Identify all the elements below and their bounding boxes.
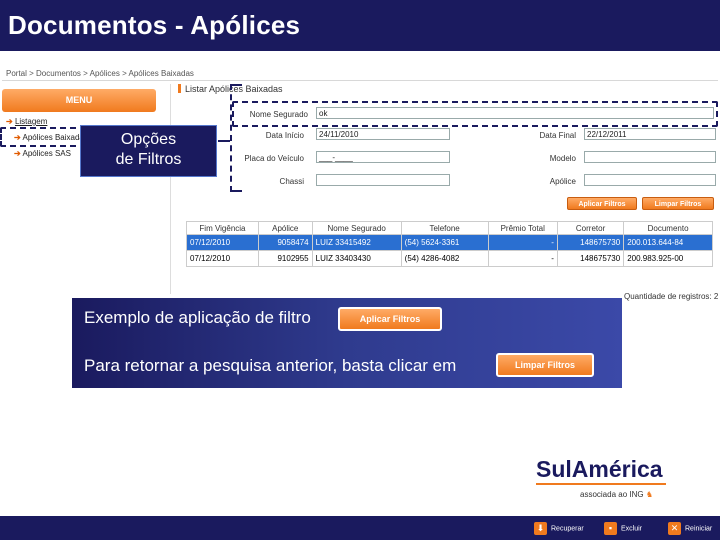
table-cell: 9058474 (257, 234, 313, 251)
arrow-right-icon: ➔ (14, 149, 21, 158)
placa-field[interactable]: ___-____ (316, 151, 450, 163)
apolice-label: Apólice (549, 177, 576, 186)
data-inicio-label: Data Início (265, 131, 304, 140)
example-text-apply: Exemplo de aplicação de filtro (84, 308, 311, 327)
table-cell: 9102955 (257, 250, 313, 267)
placa-label: Placa do Veículo (244, 154, 304, 163)
download-icon: ⬇ (534, 522, 547, 535)
slide-title-bar: Documentos - Apólices (0, 0, 720, 48)
table-cell: (54) 4286-4082 (400, 250, 489, 267)
filters-bracket-bottom (230, 190, 242, 192)
ing-association-text: associada ao ING (580, 490, 644, 499)
breadcrumb: Portal > Documentos > Apólices > Apólice… (6, 69, 194, 78)
nav-item-label: Apólices SAS (22, 149, 71, 158)
column-header[interactable]: Corretor (556, 221, 625, 235)
logo-underline (536, 483, 666, 485)
slide-title: Documentos - Apólices (8, 10, 301, 40)
recuperar-button[interactable]: ⬇ Recuperar (534, 522, 584, 535)
data-final-field[interactable]: 22/12/2011 (584, 128, 716, 140)
column-header[interactable]: Fim Vigência (186, 221, 259, 235)
nav-section-label: Listagem (14, 117, 48, 126)
callout-line-1: Opções (120, 131, 177, 148)
divider (2, 80, 718, 81)
example-apply-button[interactable]: Aplicar Filtros (338, 307, 442, 331)
nav-highlight-box (0, 127, 86, 147)
clear-filters-button[interactable]: Limpar Filtros (642, 197, 714, 210)
table-cell: 07/12/2010 (186, 250, 259, 267)
recuperar-label: Recuperar (551, 525, 584, 533)
filters-bracket-top (230, 84, 242, 86)
excluir-button[interactable]: ▪ Excluir (604, 522, 642, 535)
trash-icon: ▪ (604, 522, 617, 535)
results-table: Fim Vigência Apólice Nome Segurado Telef… (186, 221, 713, 267)
excluir-label: Excluir (621, 525, 643, 533)
table-cell: 200.013.644-84 (623, 234, 713, 251)
example-clear-button[interactable]: Limpar Filtros (496, 353, 594, 377)
chassi-label: Chassi (279, 177, 304, 186)
table-row[interactable]: 07/12/2010 9102955 LUIZ 33403430 (54) 42… (186, 250, 713, 267)
reiniciar-label: Reiniciar (685, 525, 713, 533)
close-icon: ✕ (668, 522, 681, 535)
ing-association: associada ao ING ♞ (580, 490, 653, 499)
filters-highlight-top (232, 101, 718, 127)
record-count: Quantidade de registros: 2 (624, 292, 719, 301)
table-cell: 200.983.925-00 (623, 250, 713, 267)
callout-line-2: de Filtros (115, 151, 182, 168)
apolice-field[interactable] (584, 174, 716, 186)
sulamerica-logo: SulAmérica (536, 456, 663, 482)
column-header[interactable]: Prêmio Total (487, 221, 558, 235)
table-cell: 07/12/2010 (186, 234, 259, 251)
table-cell: (54) 5624-3361 (400, 234, 489, 251)
lion-icon: ♞ (645, 490, 653, 499)
table-cell: LUIZ 33403430 (311, 250, 402, 267)
filter-options-callout: Opções de Filtros (80, 125, 217, 177)
table-cell: LUIZ 33415492 (311, 234, 402, 251)
filters-bracket-pointer (218, 140, 230, 142)
table-cell: - (487, 234, 558, 251)
table-cell: 148675730 (556, 250, 625, 267)
nav-section-listagem[interactable]: ➔ Listagem (6, 117, 47, 126)
modelo-field[interactable] (584, 151, 716, 163)
filters-bracket (230, 84, 232, 192)
apply-filters-button[interactable]: Aplicar Filtros (567, 197, 637, 210)
table-header-row: Fim Vigência Apólice Nome Segurado Telef… (186, 221, 713, 235)
arrow-right-icon: ➔ (6, 117, 13, 126)
menu-button[interactable]: MENU (2, 89, 156, 112)
reiniciar-button[interactable]: ✕ Reiniciar (668, 522, 712, 535)
title-underline (0, 48, 720, 51)
table-row[interactable]: 07/12/2010 9058474 LUIZ 33415492 (54) 56… (186, 234, 713, 251)
column-header[interactable]: Apólice (257, 221, 313, 235)
data-final-label: Data Final (539, 131, 576, 140)
chassi-field[interactable] (316, 174, 450, 186)
panel-divider (170, 84, 171, 294)
column-header[interactable]: Nome Segurado (311, 221, 402, 235)
data-inicio-field[interactable]: 24/11/2010 (316, 128, 450, 140)
example-text-clear: Para retornar a pesquisa anterior, basta… (84, 356, 457, 375)
column-header[interactable]: Documento (623, 221, 713, 235)
column-header[interactable]: Telefone (400, 221, 489, 235)
modelo-label: Modelo (549, 154, 576, 163)
nav-item-apolices-sas[interactable]: ➔ Apólices SAS (14, 149, 71, 158)
table-cell: 148675730 (556, 234, 625, 251)
table-cell: - (487, 250, 558, 267)
